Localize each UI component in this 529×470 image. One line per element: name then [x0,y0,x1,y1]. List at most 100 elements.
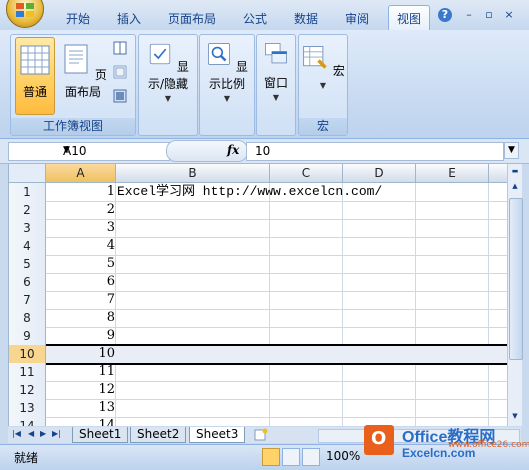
zoom-button[interactable]: 显示比例 ▼ [201,37,253,113]
tab-page-layout[interactable]: 页面布局 [168,10,216,27]
custom-views-icon[interactable] [113,65,127,79]
minimize-icon[interactable]: – [462,8,476,22]
row-header[interactable]: 6 [9,273,46,292]
page-layout-view-button[interactable]: 页面布局 [57,37,109,113]
cell-a[interactable]: 10 [46,345,115,363]
tab-review[interactable]: 审阅 [345,10,369,27]
row-header[interactable]: 8 [9,309,46,328]
insert-sheet-icon[interactable] [254,428,268,441]
tab-formulas[interactable]: 公式 [243,10,267,27]
show-hide-icon [149,43,171,65]
macros-button[interactable]: 宏 ▼ [300,37,346,113]
column-header-b[interactable]: B [116,164,270,183]
restore-icon[interactable]: ▫ [482,8,496,22]
row-header[interactable]: 4 [9,237,46,256]
row-header[interactable]: 12 [9,381,46,400]
zoom-level[interactable]: 100% [326,449,360,463]
cell-a[interactable]: 8 [46,309,115,327]
scroll-up-icon[interactable]: ▲ [509,180,521,192]
table-row [46,291,508,310]
cell-a[interactable]: 14 [46,417,115,426]
show-hide-button[interactable]: 显示/隐藏 ▼ [140,37,196,113]
column-header-d[interactable]: D [343,164,416,183]
row-header[interactable]: 1 [9,183,46,202]
page-break-preview-icon[interactable] [113,41,127,55]
watermark-line2: www.office26.com [448,440,529,450]
prev-sheet-icon[interactable]: ◀ [28,429,34,438]
row-header[interactable]: 14 [9,417,46,426]
expand-formula-bar-icon[interactable]: ▼ [504,142,519,159]
sheet-tab-sheet1[interactable]: Sheet1 [72,427,129,443]
tab-insert[interactable]: 插入 [117,10,141,27]
formula-input[interactable]: 10 [246,142,504,161]
chevron-down-icon: ▼ [319,81,327,90]
cell-a[interactable]: 2 [46,201,115,219]
normal-view-status-button[interactable] [262,448,280,466]
cell-a[interactable]: 7 [46,291,115,309]
cell-a[interactable]: 3 [46,219,115,237]
window-button[interactable]: 窗口 ▼ [258,37,294,113]
normal-view-label: 普通 [22,85,47,99]
last-sheet-icon[interactable]: ▶| [52,429,61,438]
chevron-down-icon: ▼ [272,93,280,102]
macros-button-label: 宏 [332,64,345,78]
row-header[interactable]: 5 [9,255,46,274]
macro-icon [303,46,327,69]
macros-group-label: 宏 [299,118,347,135]
vertical-scroll-thumb[interactable] [509,198,523,360]
select-all-corner[interactable] [9,164,46,183]
cell-b[interactable]: Excel学习网 http://www.excelcn.com/ [117,183,382,201]
tab-home[interactable]: 开始 [66,10,90,27]
group-show-hide: 显示/隐藏 ▼ [138,34,198,136]
cell-a[interactable]: 5 [46,255,115,273]
cell-a[interactable]: 9 [46,327,115,345]
scroll-split-icon[interactable]: ▬ [509,165,521,177]
cell-a[interactable]: 12 [46,381,115,399]
sheet-tab-sheet3[interactable]: Sheet3 [189,427,246,443]
name-box[interactable]: A10 ▼ [8,142,170,161]
cell-a[interactable]: 6 [46,273,115,291]
ribbon-tab-bar: 开始 插入 页面布局 公式 数据 审阅 视图 ? – ▫ × [0,0,529,34]
row-header[interactable]: 10 [9,345,46,364]
row-header[interactable]: 2 [9,201,46,220]
row-header[interactable]: 3 [9,219,46,238]
row-header[interactable]: 11 [9,363,46,382]
next-sheet-icon[interactable]: ▶ [40,429,46,438]
sheet-tab-sheet2[interactable]: Sheet2 [130,427,187,443]
cell-a[interactable]: 11 [46,363,115,381]
column-header-a[interactable]: A [46,164,116,183]
full-screen-icon[interactable] [113,89,127,103]
column-header-e[interactable]: E [416,164,489,183]
column-header-c[interactable]: C [270,164,343,183]
insert-function-area: fx [166,140,248,162]
page-layout-icon [64,44,88,74]
table-row [46,219,508,238]
group-workbook-views: 普通 页面布局 工作簿视图 [10,34,136,136]
table-row [46,273,508,292]
row-header[interactable]: 7 [9,291,46,310]
close-icon[interactable]: × [502,8,516,22]
status-ready-text: 就绪 [14,451,39,465]
tab-data[interactable]: 数据 [294,10,318,27]
normal-view-icon [20,45,50,75]
normal-view-button[interactable]: 普通 [15,37,55,115]
insert-function-button[interactable]: fx [227,143,239,157]
cell-a[interactable]: 1 [46,183,115,201]
first-sheet-icon[interactable]: |◀ [12,429,21,438]
group-window: 窗口 ▼ [256,34,296,136]
row-header[interactable]: 13 [9,399,46,418]
page-break-status-button[interactable] [302,448,320,466]
cell-a[interactable]: 4 [46,237,115,255]
chevron-down-icon: ▼ [223,94,231,103]
help-icon[interactable]: ? [438,8,452,22]
vertical-scrollbar[interactable]: ▬ ▲ ▼ [507,164,523,426]
name-box-dropdown-icon[interactable]: ▼ [63,145,163,155]
page-layout-status-button[interactable] [282,448,300,466]
row-header[interactable]: 9 [9,327,46,346]
cell-a[interactable]: 13 [46,399,115,417]
group-macros: 宏 ▼ 宏 [298,34,348,136]
office-button[interactable] [6,0,44,28]
workbook-views-group-label: 工作簿视图 [11,118,135,135]
worksheet-grid[interactable]: A B C D E 1 1 Excel学习网 http://www.excelcn.… [8,164,508,426]
table-row [46,237,508,256]
